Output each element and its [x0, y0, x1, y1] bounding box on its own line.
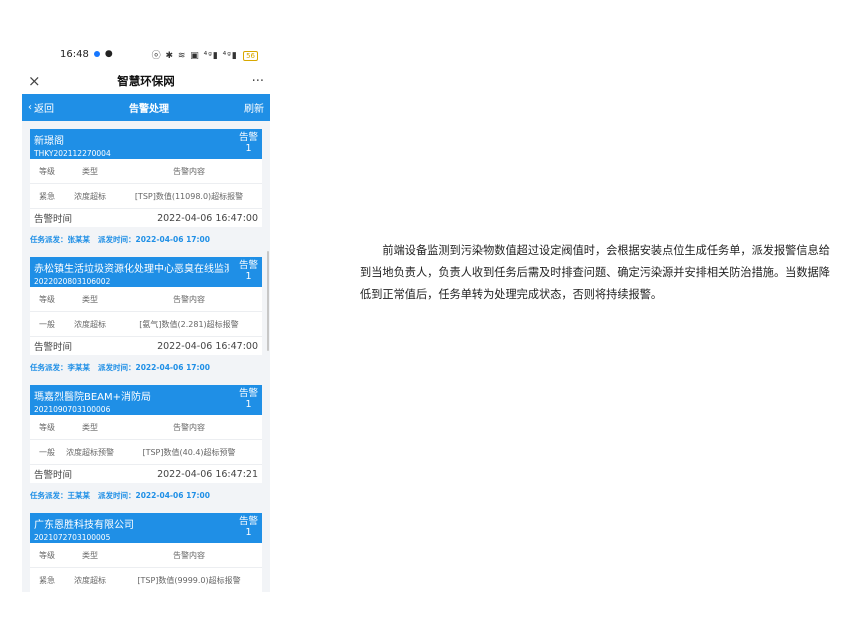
table-header-row: 等级 类型 告警内容 [30, 287, 262, 312]
refresh-button[interactable]: 刷新 [244, 100, 264, 115]
dispatcher: 任务派发：王某某 [30, 490, 90, 500]
alert-level: 紧急 [39, 191, 55, 201]
alert-type: 浓度超标 [74, 319, 106, 329]
more-icon[interactable]: ··· [244, 74, 264, 89]
alert-card[interactable]: 广东恩胜科技有限公司 2021072703100005 告警 1 等级 类型 告… [30, 513, 262, 592]
clock: 16:48 [60, 48, 89, 60]
alert-tag: 告警 [238, 388, 258, 399]
site-code: 2021072703100005 [34, 533, 111, 542]
alert-card-header: 广东恩胜科技有限公司 2021072703100005 告警 1 [30, 513, 262, 543]
alert-time: 2022-04-06 16:47:00 [157, 212, 258, 224]
site-code: 2021090703100006 [34, 405, 111, 414]
site-name: 瑪嘉烈醫院BEAM+消防局 [34, 392, 152, 403]
status-icons: ⓞ ✱ ≋ ▣ ⁴ᵍ▮ ⁴ᵍ▮ [151, 50, 238, 61]
col-content: 告警内容 [173, 294, 205, 304]
dispatch-time: 派发时间：2022-04-06 17:00 [98, 362, 210, 372]
back-button[interactable]: ‹ 返回 [28, 100, 54, 115]
dispatch-info: 任务派发：张某某 派发时间：2022-04-06 17:00 [30, 229, 262, 249]
table-header-row: 等级 类型 告警内容 [30, 415, 262, 440]
alert-level: 一般 [39, 447, 55, 457]
col-type: 类型 [82, 294, 98, 304]
alert-time: 2022-04-06 16:47:21 [157, 468, 258, 480]
app-title: 智慧环保网 [117, 74, 175, 88]
col-level: 等级 [39, 166, 55, 176]
alert-time-label: 告警时间 [34, 342, 73, 353]
col-type: 类型 [82, 550, 98, 560]
table-row: 一般 浓度超标 [氨气]数值(2.281)超标报警 [30, 312, 262, 337]
alert-content: [氨气]数值(2.281)超标报警 [139, 319, 239, 329]
close-icon[interactable]: × [28, 72, 48, 90]
phone-screen: 16:48 ● ⓞ ✱ ≋ ▣ ⁴ᵍ▮ ⁴ᵍ▮ 56 × 智慧环保网 ··· ‹… [22, 40, 270, 592]
site-name: 广东恩胜科技有限公司 [34, 520, 134, 531]
col-type: 类型 [82, 422, 98, 432]
alert-time-row: 告警时间 2022-04-06 16:47:00 [30, 337, 262, 355]
alert-time-row: 告警时间 2022-04-06 16:47:00 [30, 209, 262, 227]
status-bar: 16:48 ● ⓞ ✱ ≋ ▣ ⁴ᵍ▮ ⁴ᵍ▮ 56 [22, 40, 270, 68]
alert-level: 一般 [39, 319, 55, 329]
description-text: 前端设备监测到污染物数值超过设定阀值时，会根据安装点位生成任务单，派发报警信息给… [360, 244, 830, 301]
alert-level: 紧急 [39, 575, 55, 585]
alert-time-label: 告警时间 [34, 214, 73, 225]
site-code: 2022020803106002 [34, 277, 111, 286]
col-level: 等级 [39, 294, 55, 304]
alert-card-header: 赤松镇生活垃圾资源化处理中心恶臭在线监测 2022020803106002 告警… [30, 257, 262, 287]
alert-count: 1 [245, 527, 252, 538]
dispatch-info: 任务派发：王某某 派发时间：2022-04-06 17:00 [30, 485, 262, 505]
dispatch-time: 派发时间：2022-04-06 17:00 [98, 234, 210, 244]
table-row: 紧急 浓度超标 [TSP]数值(9999.0)超标报警 [30, 568, 262, 592]
chat-icon: ● [104, 49, 113, 59]
back-label: 返回 [34, 104, 54, 115]
col-content: 告警内容 [173, 550, 205, 560]
dispatch-time: 派发时间：2022-04-06 17:00 [98, 490, 210, 500]
notification-dot-icon [93, 51, 100, 57]
alert-time: 2022-04-06 16:47:00 [157, 340, 258, 352]
alert-content: [TSP]数值(11098.0)超标报警 [134, 191, 244, 201]
alert-card[interactable]: 赤松镇生活垃圾资源化处理中心恶臭在线监测 2022020803106002 告警… [30, 257, 262, 355]
table-row: 一般 浓度超标预警 [TSP]数值(40.4)超标预警 [30, 440, 262, 465]
table-header-row: 等级 类型 告警内容 [30, 543, 262, 568]
chevron-left-icon: ‹ [28, 102, 32, 113]
alert-list[interactable]: 新璟阁 THKY202112270004 告警 1 等级 类型 告警内容 紧急 … [22, 121, 270, 592]
alert-card[interactable]: 瑪嘉烈醫院BEAM+消防局 2021090703100006 告警 1 等级 类… [30, 385, 262, 483]
dispatch-info: 任务派发：李某某 派发时间：2022-04-06 17:00 [30, 357, 262, 377]
col-type: 类型 [82, 166, 98, 176]
alert-type: 浓度超标 [74, 575, 106, 585]
site-name: 新璟阁 [34, 136, 64, 147]
dispatcher: 任务派发：李某某 [30, 362, 90, 372]
title-bar: × 智慧环保网 ··· [22, 68, 270, 94]
col-content: 告警内容 [173, 422, 205, 432]
col-content: 告警内容 [173, 166, 205, 176]
dispatcher: 任务派发：张某某 [30, 234, 90, 244]
alert-card-header: 瑪嘉烈醫院BEAM+消防局 2021090703100006 告警 1 [30, 385, 262, 415]
alert-content: [TSP]数值(40.4)超标预警 [142, 447, 236, 457]
page-title: 告警处理 [129, 104, 169, 115]
alert-tag: 告警 [238, 260, 258, 271]
alert-content: [TSP]数值(9999.0)超标报警 [137, 575, 241, 585]
alert-count: 1 [245, 271, 252, 282]
scrollbar[interactable] [267, 251, 269, 351]
alert-time-row: 告警时间 2022-04-06 16:47:21 [30, 465, 262, 483]
alert-card[interactable]: 新璟阁 THKY202112270004 告警 1 等级 类型 告警内容 紧急 … [30, 129, 262, 227]
alert-type: 浓度超标预警 [66, 447, 114, 457]
table-row: 紧急 浓度超标 [TSP]数值(11098.0)超标报警 [30, 184, 262, 209]
site-name: 赤松镇生活垃圾资源化处理中心恶臭在线监测 [34, 264, 229, 275]
site-code: THKY202112270004 [34, 149, 111, 158]
col-level: 等级 [39, 422, 55, 432]
nav-bar: ‹ 返回 告警处理 刷新 [22, 94, 270, 121]
alert-count: 1 [245, 399, 252, 410]
alert-tag: 告警 [238, 516, 258, 527]
table-header-row: 等级 类型 告警内容 [30, 159, 262, 184]
alert-time-label: 告警时间 [34, 470, 73, 481]
battery-icon: 56 [243, 50, 258, 61]
col-level: 等级 [39, 550, 55, 560]
alert-tag: 告警 [238, 132, 258, 143]
alert-count: 1 [245, 143, 252, 154]
alert-type: 浓度超标 [74, 191, 106, 201]
alert-card-header: 新璟阁 THKY202112270004 告警 1 [30, 129, 262, 159]
description: 前端设备监测到污染物数值超过设定阀值时，会根据安装点位生成任务单，派发报警信息给… [360, 240, 830, 306]
